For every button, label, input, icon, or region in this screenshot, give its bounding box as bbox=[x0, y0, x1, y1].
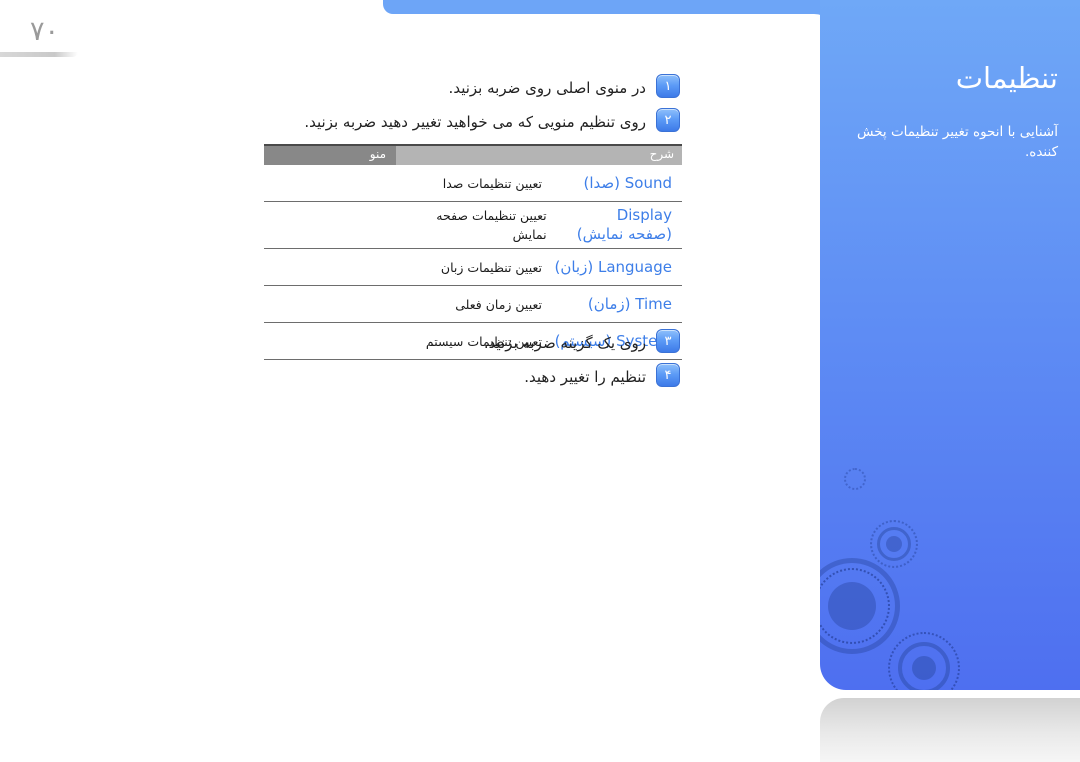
step-text: روی تنظیم منویی که می خواهید تغییر دهید … bbox=[304, 113, 646, 131]
menu-name-en: Sound bbox=[624, 173, 672, 192]
step-item: ۳ روی یک گزینه ضربه بزنید. bbox=[225, 329, 680, 356]
table-row: Display (صفحه نمایش) تعیین تنظیمات صفحه … bbox=[264, 202, 682, 249]
menu-name-fa: (صدا) bbox=[583, 173, 620, 192]
steps-top-group: ۱ در منوی اصلی روی ضربه بزنید. ۲ روی تنظ… bbox=[225, 74, 680, 142]
step-item: ۱ در منوی اصلی روی ضربه بزنید. bbox=[225, 74, 680, 101]
table-cell-menu: Display (صفحه نمایش) bbox=[555, 206, 682, 244]
step-badge: ۳ bbox=[656, 329, 680, 353]
menu-name-fa: (زبان) bbox=[554, 257, 594, 276]
table-row: Sound (صدا) تعیین تنظیمات صدا bbox=[264, 165, 682, 202]
step-text: در منوی اصلی روی ضربه بزنید. bbox=[448, 79, 646, 97]
chapter-subtitle: آشنایی با انحوه تغییر تنظیمات پخش کننده. bbox=[856, 124, 1058, 161]
settings-menu-table: شرح منو Sound (صدا) تعیین تنظیمات صدا Di… bbox=[264, 144, 682, 360]
step-badge: ۴ bbox=[656, 363, 680, 387]
step-text: تنظیم را تغییر دهید. bbox=[524, 368, 646, 386]
table-cell-description: تعیین تنظیمات صدا bbox=[442, 175, 542, 191]
table-cell-description: تعیین تنظیمات صفحه نمایش bbox=[436, 208, 547, 242]
table-cell-menu: Language (زبان) bbox=[550, 258, 682, 277]
decorative-circle-ring-a-core bbox=[886, 536, 902, 552]
menu-name-en: Time bbox=[635, 294, 672, 313]
page-number: ۷۰ bbox=[30, 16, 60, 47]
chapter-side-panel: تنظیمات آشنایی با انحوه تغییر تنظیمات پخ… bbox=[820, 0, 1080, 690]
decorative-circle-ring-b-core bbox=[828, 582, 876, 630]
menu-name-en: Language bbox=[597, 257, 672, 276]
table-row: Time (زمان) تعیین زمان فعلی bbox=[264, 286, 682, 323]
table-row: Language (زبان) تعیین تنظیمات زبان bbox=[264, 249, 682, 286]
menu-name-fa: (صفحه نمایش) bbox=[576, 225, 672, 243]
table-cell-description: تعیین زمان فعلی bbox=[455, 296, 542, 312]
steps-bottom-group: ۳ روی یک گزینه ضربه بزنید. ۴ تنظیم را تغ… bbox=[225, 329, 680, 397]
manual-page: ۷۰ تنظیمات آشنایی با انحوه تغییر تنظیمات… bbox=[0, 0, 1080, 762]
step-item: ۴ تنظیم را تغییر دهید. bbox=[225, 363, 680, 390]
menu-name-fa: (زمان) bbox=[587, 294, 631, 313]
table-header-row: شرح منو bbox=[264, 144, 682, 165]
side-panel-inner: تنظیمات آشنایی با انحوه تغییر تنظیمات پخ… bbox=[820, 0, 1080, 690]
step-badge: ۲ bbox=[656, 108, 680, 132]
table-top-rule bbox=[264, 144, 682, 146]
step-text: روی یک گزینه ضربه بزنید. bbox=[483, 334, 646, 352]
decorative-circle-small-top bbox=[844, 468, 866, 490]
table-cell-description: تعیین تنظیمات زبان bbox=[440, 259, 542, 275]
menu-name-en: Display bbox=[616, 206, 672, 224]
step-item: ۲ روی تنظیم منویی که می خواهید تغییر دهی… bbox=[225, 108, 680, 135]
chapter-title: تنظیمات bbox=[955, 61, 1058, 95]
decorative-circle-ring-c-core bbox=[912, 656, 936, 680]
table-header-menu: منو bbox=[264, 144, 396, 165]
table-header-description: شرح bbox=[396, 144, 682, 165]
page-number-rule bbox=[0, 52, 78, 57]
table-cell-menu: Time (زمان) bbox=[550, 295, 682, 314]
table-cell-menu: Sound (صدا) bbox=[550, 174, 682, 193]
step-badge: ۱ bbox=[656, 74, 680, 98]
bottom-accent-bar bbox=[820, 698, 1080, 762]
